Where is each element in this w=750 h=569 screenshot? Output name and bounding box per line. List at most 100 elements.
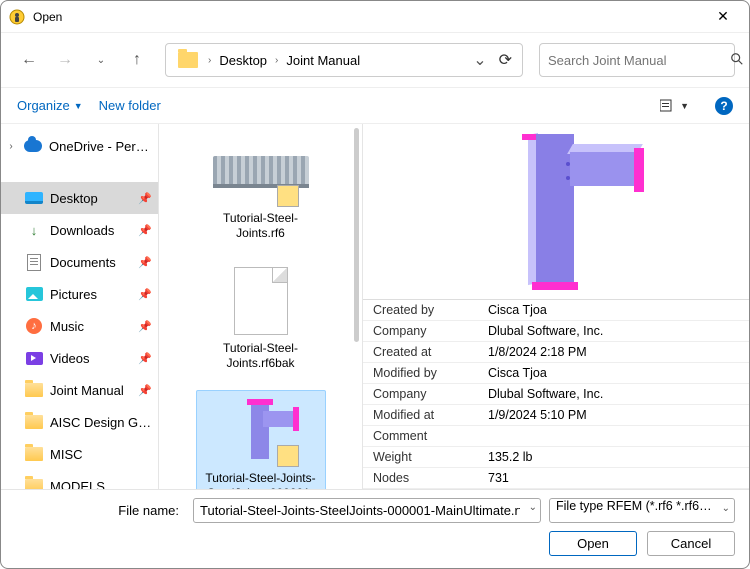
- file-badge-icon: [277, 185, 299, 207]
- close-button[interactable]: ✕: [705, 8, 741, 25]
- search-box[interactable]: [539, 43, 735, 77]
- search-input[interactable]: [548, 53, 724, 68]
- preview-image: [363, 124, 749, 299]
- tree-item-aisc[interactable]: AISC Design Guid: [1, 406, 158, 438]
- meta-value: 1/8/2024 2:18 PM: [478, 342, 749, 362]
- tree-label: Desktop: [50, 191, 131, 206]
- pictures-icon: [26, 287, 43, 301]
- chevron-right-icon[interactable]: ›: [5, 141, 17, 152]
- tree-label: Documents: [50, 255, 131, 270]
- tree-item-desktop[interactable]: Desktop 📌: [1, 182, 158, 214]
- app-icon: [9, 9, 25, 25]
- tree-item-videos[interactable]: Videos 📌: [1, 342, 158, 374]
- help-icon: ?: [715, 97, 733, 115]
- file-item[interactable]: Tutorial-Steel-Joints.rf6bak: [196, 260, 326, 376]
- tree-label: Music: [50, 319, 131, 334]
- tree-label: OneDrive - Person: [49, 139, 152, 154]
- nav-row: ← → ⌄ ↑ › Desktop › Joint Manual ⌄ ⟳: [1, 33, 749, 87]
- chevron-right-icon[interactable]: ›: [204, 55, 215, 66]
- tree-item-misc[interactable]: MISC: [1, 438, 158, 470]
- file-list: Tutorial-Steel-Joints.rf6 Tutorial-Steel…: [159, 124, 363, 489]
- folder-icon: [25, 383, 43, 397]
- breadcrumb[interactable]: › Desktop › Joint Manual ⌄ ⟳: [165, 43, 523, 77]
- model-thumb-icon: [213, 156, 309, 186]
- main-area: › OneDrive - Person Desktop 📌 ↓ Download…: [1, 123, 749, 489]
- title-bar: Open ✕: [1, 1, 749, 33]
- cancel-button[interactable]: Cancel: [647, 531, 735, 556]
- nav-tree: › OneDrive - Person Desktop 📌 ↓ Download…: [1, 124, 159, 489]
- pin-icon: 📌: [138, 320, 152, 333]
- metadata-table: Created byCisca Tjoa CompanyDlubal Softw…: [363, 299, 749, 489]
- tree-item-models[interactable]: MODELS: [1, 470, 158, 489]
- meta-value: Cisca Tjoa: [478, 363, 749, 383]
- breadcrumb-seg-desktop[interactable]: Desktop: [215, 53, 271, 68]
- meta-key: Created at: [363, 342, 478, 362]
- open-button[interactable]: Open: [549, 531, 637, 556]
- tree-label: Videos: [50, 351, 131, 366]
- organize-menu[interactable]: Organize▼: [17, 98, 83, 113]
- new-folder-button[interactable]: New folder: [99, 98, 161, 113]
- meta-value: Cisca Tjoa: [478, 300, 749, 320]
- filename-label: File name:: [15, 503, 185, 518]
- tree-item-jointmanual[interactable]: Joint Manual 📌: [1, 374, 158, 406]
- model-preview-icon: [466, 132, 646, 292]
- pin-icon: 📌: [138, 256, 152, 269]
- tree-label: Downloads: [50, 223, 131, 238]
- pin-icon: 📌: [138, 384, 152, 397]
- meta-value: Dlubal Software, Inc.: [478, 321, 749, 341]
- pin-icon: 📌: [138, 192, 152, 205]
- view-mode-button[interactable]: ▼: [660, 99, 689, 113]
- desktop-icon: [25, 192, 43, 204]
- tree-item-onedrive[interactable]: › OneDrive - Person: [1, 130, 158, 162]
- music-icon: ♪: [26, 318, 42, 334]
- tree-item-pictures[interactable]: Pictures 📌: [1, 278, 158, 310]
- tree-item-documents[interactable]: Documents 📌: [1, 246, 158, 278]
- tree-label: AISC Design Guid: [50, 415, 152, 430]
- meta-value: [478, 426, 749, 446]
- folder-icon: [178, 52, 198, 68]
- dropdown-icon[interactable]: ⌄: [529, 502, 537, 513]
- meta-key: Company: [363, 384, 478, 404]
- filename-input[interactable]: [193, 498, 541, 523]
- meta-value: 731: [478, 468, 749, 488]
- filetype-select[interactable]: File type RFEM (*.rf6 *.rf6bak *.rx): [549, 498, 735, 523]
- nav-back-button[interactable]: ←: [15, 46, 43, 74]
- meta-key: Modified at: [363, 405, 478, 425]
- preview-pane: Created byCisca Tjoa CompanyDlubal Softw…: [363, 124, 749, 489]
- nav-recent-button[interactable]: ⌄: [87, 46, 115, 74]
- file-name: Tutorial-Steel-Joints-SteelJoints-000001…: [201, 471, 321, 489]
- caret-down-icon: ▼: [74, 101, 83, 111]
- meta-value: Dlubal Software, Inc.: [478, 384, 749, 404]
- pin-icon: 📌: [138, 352, 152, 365]
- pin-icon: 📌: [138, 224, 152, 237]
- toolbar: Organize▼ New folder ▼ ?: [1, 87, 749, 123]
- tree-item-downloads[interactable]: ↓ Downloads 📌: [1, 214, 158, 246]
- scrollbar[interactable]: [352, 128, 361, 485]
- breadcrumb-dropdown-icon[interactable]: ⌄: [473, 50, 486, 70]
- nav-forward-button[interactable]: →: [51, 46, 79, 74]
- chevron-right-icon[interactable]: ›: [271, 55, 282, 66]
- file-name: Tutorial-Steel-Joints.rf6: [201, 211, 321, 241]
- meta-key: Modified by: [363, 363, 478, 383]
- file-badge-icon: [277, 445, 299, 467]
- file-item[interactable]: Tutorial-Steel-Joints.rf6: [196, 130, 326, 246]
- nav-up-button[interactable]: ↑: [123, 46, 151, 74]
- meta-key: Weight: [363, 447, 478, 467]
- tree-label: Joint Manual: [50, 383, 131, 398]
- help-button[interactable]: ?: [715, 97, 733, 115]
- meta-key: Created by: [363, 300, 478, 320]
- breadcrumb-seg-jointmanual[interactable]: Joint Manual: [282, 53, 364, 68]
- tree-item-music[interactable]: ♪ Music 📌: [1, 310, 158, 342]
- refresh-icon[interactable]: ⟳: [499, 50, 512, 70]
- pin-icon: 📌: [138, 288, 152, 301]
- blank-document-icon: [234, 267, 288, 335]
- meta-value: 135.2 lb: [478, 447, 749, 467]
- dropdown-icon[interactable]: ⌄: [722, 503, 730, 514]
- file-item-selected[interactable]: Tutorial-Steel-Joints-SteelJoints-000001…: [196, 390, 326, 489]
- footer: File name: ⌄ File type RFEM (*.rf6 *.rf6…: [1, 489, 749, 568]
- meta-key: Company: [363, 321, 478, 341]
- meta-key: Nodes: [363, 468, 478, 488]
- search-icon[interactable]: [730, 52, 744, 69]
- tree-label: MISC: [50, 447, 152, 462]
- document-icon: [27, 254, 41, 271]
